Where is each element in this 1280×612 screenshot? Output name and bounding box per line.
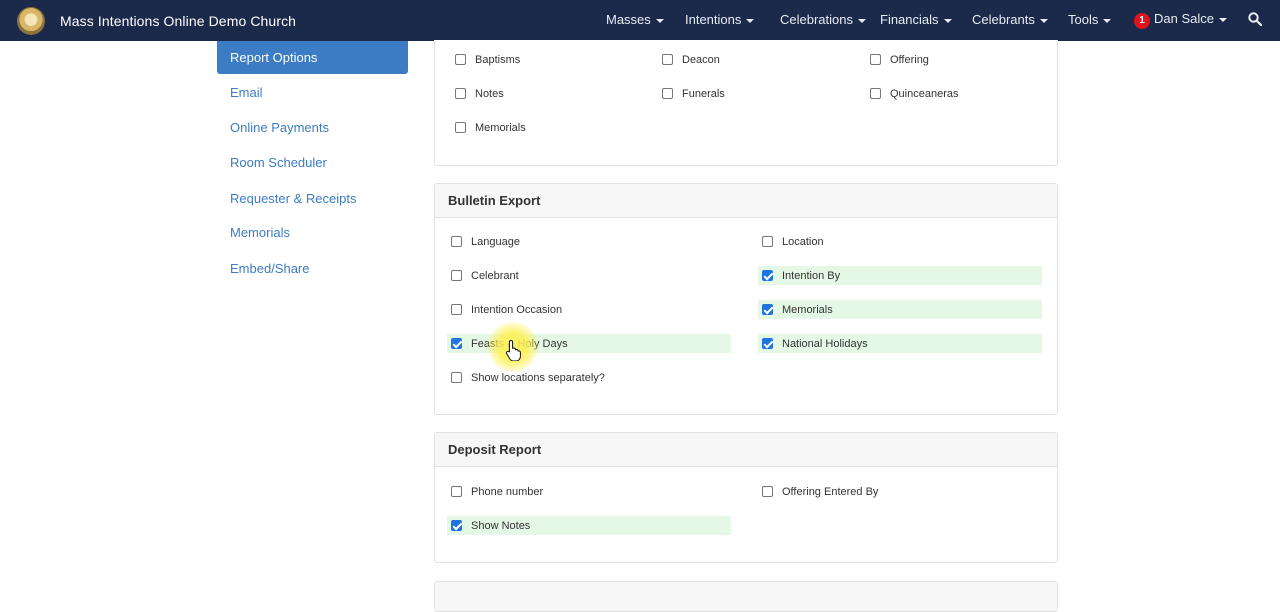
checkbox[interactable]	[870, 88, 881, 99]
option-label: Memorials	[782, 303, 833, 316]
option-offering[interactable]: Offering	[854, 50, 1054, 69]
search-icon[interactable]	[1248, 12, 1262, 26]
checkbox-checked[interactable]	[451, 520, 462, 531]
sidebar-item-email[interactable]: Email	[230, 85, 263, 100]
option-label: Memorials	[475, 121, 526, 134]
menu-label: Financials	[880, 12, 939, 27]
menu-tools[interactable]: Tools	[1068, 12, 1112, 27]
option-label: Baptisms	[475, 53, 521, 66]
checkbox[interactable]	[662, 88, 673, 99]
option-notes[interactable]: Notes	[439, 84, 639, 103]
checkbox-checked[interactable]	[762, 304, 773, 315]
option-label: Quinceaneras	[890, 87, 959, 100]
option-intention-occasion[interactable]: Intention Occasion	[447, 300, 731, 319]
sidebar: Report Options Email Online Payments Roo…	[217, 41, 408, 276]
checkbox[interactable]	[451, 236, 462, 247]
option-label: Intention By	[782, 269, 841, 282]
option-offering-entered-by[interactable]: Offering Entered By	[758, 482, 1042, 501]
caret-down-icon	[943, 18, 952, 23]
checkbox[interactable]	[455, 88, 466, 99]
panel-title: Bulletin Export	[435, 184, 1057, 218]
sidebar-item-memorials[interactable]: Memorials	[230, 225, 290, 240]
checkbox[interactable]	[451, 270, 462, 281]
caret-down-icon	[655, 18, 664, 23]
options-panel-top: Baptisms Deacon Offering Notes Funerals …	[434, 40, 1058, 166]
checkbox[interactable]	[455, 122, 466, 133]
option-label: Show Notes	[471, 519, 531, 532]
checkbox[interactable]	[455, 54, 466, 65]
sidebar-item-report-options[interactable]: Report Options	[217, 41, 408, 74]
option-quinceaneras[interactable]: Quinceaneras	[854, 84, 1054, 103]
menu-label: Celebrations	[780, 12, 853, 27]
menu-label: Masses	[606, 12, 651, 27]
checkbox[interactable]	[451, 486, 462, 497]
option-location[interactable]: Location	[758, 232, 1042, 251]
checkbox[interactable]	[451, 372, 462, 383]
caret-down-icon	[746, 18, 755, 23]
deposit-report-panel: Deposit Report Phone number Offering Ent…	[434, 432, 1058, 563]
checkbox-checked[interactable]	[451, 338, 462, 349]
option-funerals[interactable]: Funerals	[646, 84, 846, 103]
option-label: Offering Entered By	[782, 485, 879, 498]
menu-celebrants[interactable]: Celebrants	[972, 12, 1048, 27]
option-intention-by[interactable]: Intention By	[758, 266, 1042, 285]
option-label: Intention Occasion	[471, 303, 563, 316]
menu-intentions[interactable]: Intentions	[685, 12, 755, 27]
sidebar-item-requester-receipts[interactable]: Requester & Receipts	[230, 191, 356, 206]
sidebar-item-online-payments[interactable]: Online Payments	[230, 120, 329, 135]
menu-label: Celebrants	[972, 12, 1035, 27]
next-panel	[434, 581, 1058, 612]
option-memorials[interactable]: Memorials	[758, 300, 1042, 319]
option-celebrant[interactable]: Celebrant	[447, 266, 731, 285]
brand-title: Mass Intentions Online Demo Church	[60, 12, 297, 29]
checkbox[interactable]	[451, 304, 462, 315]
option-national-holidays[interactable]: National Holidays	[758, 334, 1042, 353]
caret-down-icon	[1103, 18, 1112, 23]
option-label: Language	[471, 235, 520, 248]
option-label: Show locations separately?	[471, 371, 605, 384]
church-logo-icon	[17, 6, 45, 35]
brand[interactable]: Mass Intentions Online Demo Church	[17, 6, 297, 35]
option-label: Deacon	[682, 53, 720, 66]
option-memorials[interactable]: Memorials	[439, 118, 639, 137]
caret-down-icon	[858, 18, 866, 23]
option-baptisms[interactable]: Baptisms	[439, 50, 639, 69]
menu-label: Intentions	[685, 12, 742, 27]
caret-down-icon	[1218, 17, 1227, 22]
panel-title	[435, 582, 1057, 612]
option-label: Notes	[475, 87, 504, 100]
hand-pointer-icon	[506, 339, 521, 361]
menu-label: Tools	[1068, 12, 1099, 27]
checkbox-checked[interactable]	[762, 338, 773, 349]
option-label: Celebrant	[471, 269, 519, 282]
menu-masses[interactable]: Masses	[606, 12, 664, 27]
checkbox[interactable]	[762, 486, 773, 497]
checkbox[interactable]	[870, 54, 881, 65]
option-phone-number[interactable]: Phone number	[447, 482, 731, 501]
sidebar-item-embed-share[interactable]: Embed/Share	[230, 261, 310, 276]
option-deacon[interactable]: Deacon	[646, 50, 846, 69]
option-label: Phone number	[471, 485, 544, 498]
notification-badge[interactable]: 1	[1134, 13, 1150, 29]
bulletin-export-panel: Bulletin Export Language Location Celebr…	[434, 183, 1058, 415]
checkbox-checked[interactable]	[762, 270, 773, 281]
menu-celebrations[interactable]: Celebrations	[780, 12, 866, 27]
user-name: Dan Salce	[1154, 11, 1214, 26]
menu-financials[interactable]: Financials	[880, 12, 952, 27]
option-show-locations-separately[interactable]: Show locations separately?	[447, 368, 731, 387]
checkbox[interactable]	[762, 236, 773, 247]
option-label: Location	[782, 235, 824, 248]
user-menu[interactable]: 1 Dan Salce	[1134, 11, 1227, 29]
option-label: National Holidays	[782, 337, 868, 350]
option-language[interactable]: Language	[447, 232, 731, 251]
panel-title: Deposit Report	[435, 433, 1057, 467]
top-navbar: Mass Intentions Online Demo Church Masse…	[0, 0, 1280, 41]
sidebar-item-room-scheduler[interactable]: Room Scheduler	[230, 155, 327, 170]
option-label: Offering	[890, 53, 929, 66]
option-show-notes[interactable]: Show Notes	[447, 516, 731, 535]
checkbox[interactable]	[662, 54, 673, 65]
option-label: Funerals	[682, 87, 725, 100]
caret-down-icon	[1039, 18, 1048, 23]
